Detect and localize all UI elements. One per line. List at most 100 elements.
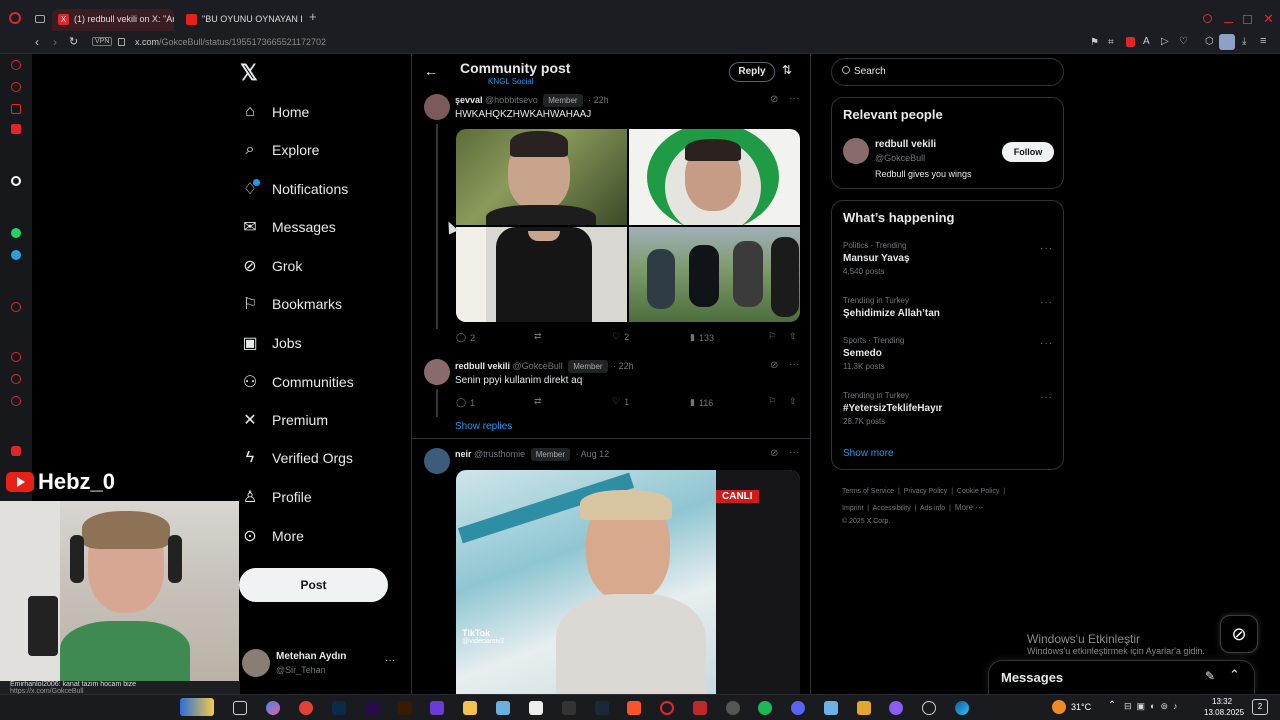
profile-avatar-icon[interactable]	[1219, 34, 1235, 50]
post-avatar[interactable]	[424, 94, 450, 120]
play-icon[interactable]: ▷	[1161, 36, 1169, 47]
post-photo[interactable]	[456, 129, 627, 225]
footer-more-link[interactable]: More ···	[955, 503, 983, 512]
sidebar-aria-icon[interactable]	[11, 176, 21, 186]
nav-jobs[interactable]: ▣ Jobs	[240, 328, 301, 358]
trend-item[interactable]: Sports · Trending Semedo 11.3K posts	[843, 336, 904, 371]
footer-link[interactable]: Cookie Policy	[957, 488, 999, 495]
nav-home[interactable]: ⌂ Home	[240, 97, 309, 127]
download-icon[interactable]: ⤓	[1242, 36, 1246, 47]
weather-icon[interactable]	[1052, 700, 1066, 714]
person-handle[interactable]: @GokceBull	[875, 153, 925, 163]
post-button[interactable]: Post	[239, 568, 388, 602]
forward-icon[interactable]: ›	[53, 35, 57, 49]
back-icon[interactable]: ‹	[35, 35, 39, 49]
settings-icon[interactable]	[11, 396, 21, 406]
brave-icon[interactable]	[627, 701, 641, 715]
app-icon[interactable]	[922, 701, 936, 715]
post-author[interactable]: şevval	[455, 95, 483, 105]
trend-item[interactable]: Trending in Turkey Şehidimize Allah’tan	[843, 296, 940, 319]
repost-action[interactable]: ⇄	[534, 396, 542, 407]
menu-icon[interactable]: ≡	[1260, 35, 1266, 47]
new-message-icon[interactable]: ✎	[1205, 669, 1215, 683]
post-more-icon[interactable]: ···	[789, 93, 799, 104]
spotify-icon[interactable]	[758, 701, 772, 715]
repost-action[interactable]: ⇄	[534, 331, 542, 342]
sidebar-app-icon[interactable]	[11, 82, 21, 92]
x-logo-icon[interactable]: 𝕏	[240, 62, 258, 84]
grok-explain-icon[interactable]: ⊘	[770, 448, 778, 459]
chevron-up-icon[interactable]: ⌃	[1229, 667, 1240, 683]
post-handle[interactable]: @hobbitsevo	[485, 95, 538, 105]
post-author[interactable]: redbull vekili	[455, 361, 510, 371]
reload-icon[interactable]: ↻	[69, 35, 78, 48]
post-photo[interactable]	[629, 227, 800, 322]
post-time[interactable]: · 22h	[588, 95, 609, 105]
post-handle[interactable]: @GokceBull	[513, 361, 563, 371]
clock-date[interactable]: 13.08.2025	[1204, 708, 1244, 717]
show-more-link[interactable]: Show more	[843, 448, 894, 459]
tab-redbull-vekili[interactable]: X (1) redbull vekili on X: "Art	[52, 9, 174, 31]
nav-messages[interactable]: ✉ Messages	[240, 212, 336, 242]
app-icon[interactable]	[430, 701, 444, 715]
sort-options-icon[interactable]: ⇅	[782, 63, 792, 77]
footer-link[interactable]: Terms of Service	[842, 488, 894, 495]
app-icon[interactable]	[726, 701, 740, 715]
tab-islands-icon[interactable]	[35, 15, 45, 23]
copilot-icon[interactable]	[266, 701, 280, 715]
new-tab-icon[interactable]: +	[309, 10, 317, 23]
post-avatar[interactable]	[424, 359, 450, 385]
reply-action[interactable]: ◯ 2	[456, 332, 475, 343]
app-icon[interactable]	[824, 701, 838, 715]
nav-profile[interactable]: ♙ Profile	[240, 482, 312, 512]
adblock-icon[interactable]	[1126, 37, 1135, 47]
nav-verified-orgs[interactable]: ϟ Verified Orgs	[240, 443, 353, 473]
sidebar-app-icon[interactable]	[11, 60, 21, 70]
back-arrow-icon[interactable]: ←	[424, 63, 438, 79]
heart-icon[interactable]: ♡	[1179, 36, 1188, 47]
footer-link[interactable]: Accessibility	[873, 505, 911, 512]
nav-more[interactable]: ⊙ More	[240, 521, 304, 551]
post-video[interactable]: CANLI TikTok @videoarsiv2	[456, 470, 800, 694]
premiere-icon[interactable]	[365, 701, 379, 715]
translate-icon[interactable]: A	[1143, 36, 1150, 47]
illustrator-icon[interactable]	[398, 701, 412, 715]
grok-explain-icon[interactable]: ⊘	[770, 360, 778, 371]
post-more-icon[interactable]: ···	[789, 359, 799, 370]
trend-item[interactable]: Politics · Trending Mansur Yavaş 4,540 p…	[843, 241, 910, 276]
post-author[interactable]: neir	[455, 449, 472, 459]
taskbar-widget-icon[interactable]	[180, 698, 214, 716]
app-icon[interactable]	[693, 701, 707, 715]
nav-explore[interactable]: ⌕ Explore	[240, 135, 320, 165]
community-name[interactable]: KNGL Social	[488, 77, 534, 86]
bookmark-page-icon[interactable]: ⚑	[1090, 37, 1099, 48]
messages-drawer[interactable]: Messages ✎ ⌃	[988, 660, 1255, 694]
nav-bookmarks[interactable]: ⚐ Bookmarks	[240, 289, 342, 319]
trend-more-icon[interactable]: ···	[1040, 338, 1053, 349]
post-time[interactable]: · Aug 12	[576, 449, 610, 459]
task-view-icon[interactable]	[233, 701, 247, 715]
edge-icon[interactable]	[955, 701, 969, 715]
trend-more-icon[interactable]: ···	[1040, 243, 1053, 254]
post-photo[interactable]	[629, 129, 800, 225]
bookmark-action[interactable]: ⚐	[768, 331, 776, 342]
tray-icons[interactable]: ⊟▣◐⊚♪	[1124, 701, 1183, 712]
nav-notifications[interactable]: ♢ Notifications	[240, 174, 348, 204]
minimize-icon[interactable]	[1224, 22, 1233, 23]
reply-action[interactable]: ◯ 1	[456, 397, 475, 408]
app-icon[interactable]	[857, 701, 871, 715]
post-time[interactable]: · 22h	[613, 361, 634, 371]
post-handle[interactable]: @trusthomie	[474, 449, 525, 459]
sidebar-app-icon[interactable]	[11, 302, 21, 312]
opera-icon[interactable]	[660, 701, 674, 715]
footer-link[interactable]: Privacy Policy	[904, 488, 948, 495]
clock-time[interactable]: 13:32	[1212, 697, 1232, 706]
chrome-icon[interactable]	[299, 701, 313, 715]
search-tabs-icon[interactable]	[1203, 14, 1212, 23]
app-icon[interactable]	[529, 701, 543, 715]
close-window-icon[interactable]: ✕	[1263, 11, 1274, 27]
search-box[interactable]: Search	[831, 58, 1064, 86]
whatsapp-icon[interactable]	[11, 228, 21, 238]
search-input[interactable]: Search	[854, 66, 886, 77]
footer-link[interactable]: Ads info	[920, 505, 945, 512]
